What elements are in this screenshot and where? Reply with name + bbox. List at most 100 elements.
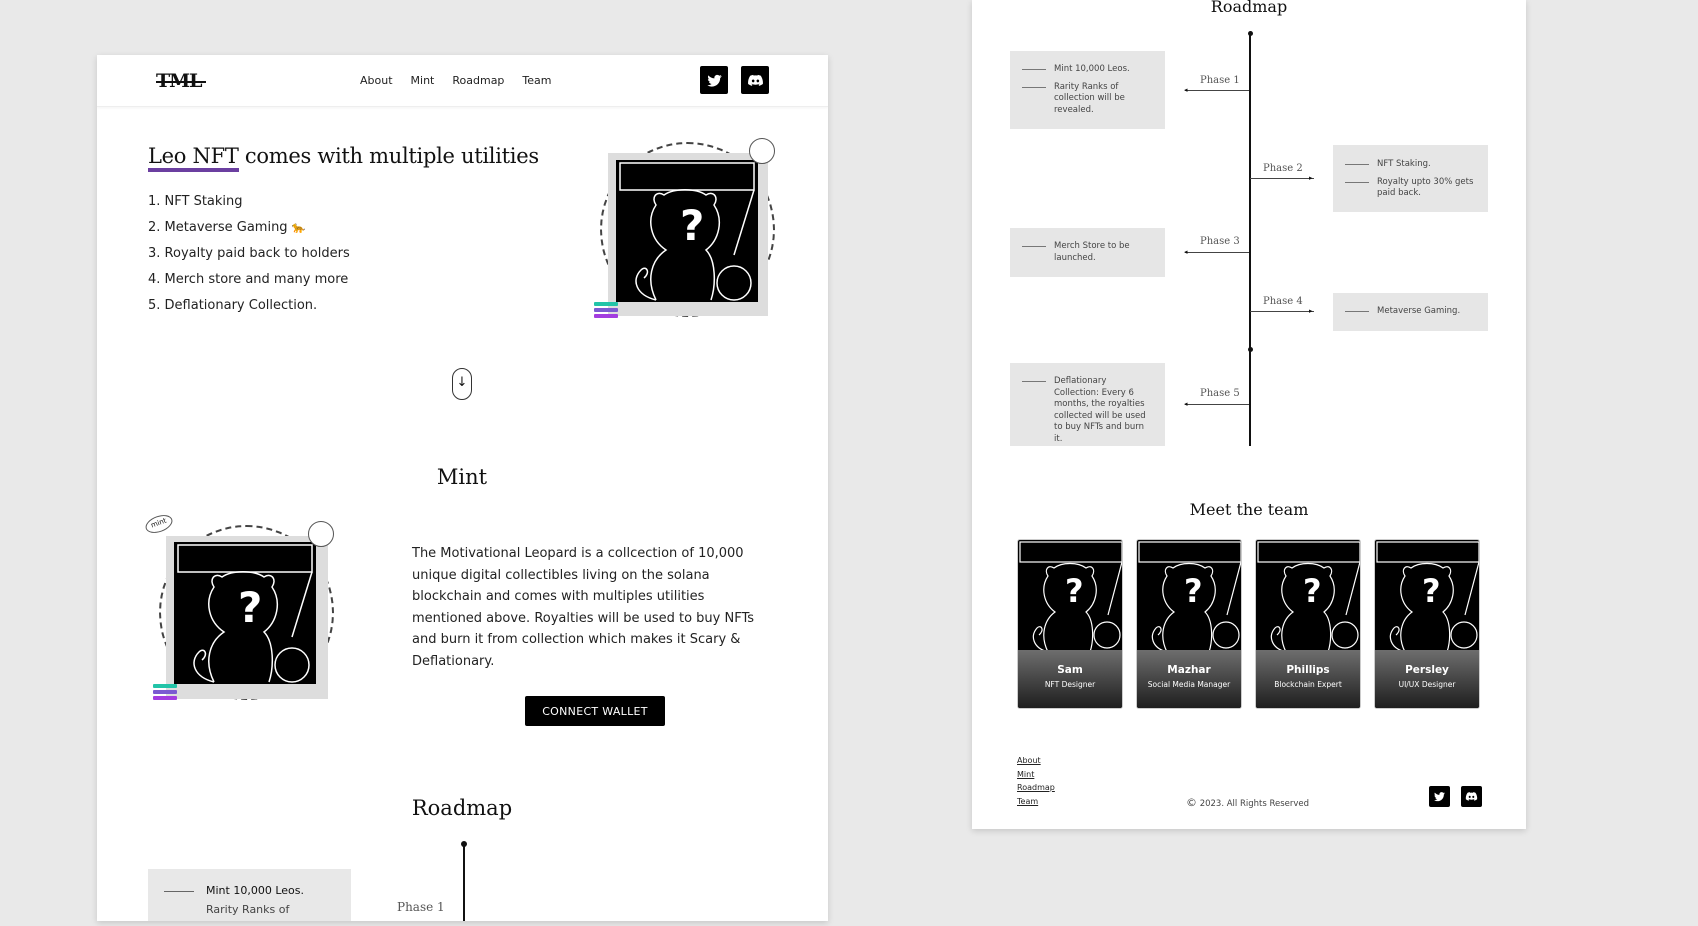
leopard-silhouette-icon: ? — [174, 542, 316, 684]
leopard-emoji-icon: 🐆 — [291, 221, 306, 234]
roadmap-title: Roadmap — [1210, 0, 1288, 16]
discord-icon — [1465, 792, 1478, 801]
roadmap-item: Rarity Ranks of — [206, 903, 290, 916]
roadmap-item: Merch Store to be launched. — [1010, 241, 1165, 264]
nav-roadmap[interactable]: Roadmap — [452, 74, 504, 87]
leopard-silhouette-icon: ? — [616, 160, 758, 302]
member-role: NFT Designer — [1044, 680, 1096, 689]
leopard-silhouette-icon: ? — [1257, 541, 1360, 653]
twitter-icon — [1434, 792, 1445, 802]
seal-icon — [308, 521, 334, 547]
utility-item: 1. NFT Staking — [148, 194, 243, 209]
roadmap-box-phase-2: NFT Staking. Royalty upto 30% gets paid … — [1333, 145, 1488, 212]
main-nav: About Mint Roadmap Team — [360, 74, 552, 87]
hero-nft-image: ? — [594, 138, 780, 320]
roadmap-item: Deflationary Collection: Every 6 months,… — [1010, 376, 1165, 445]
leopard-silhouette-icon: ? — [1376, 541, 1479, 653]
phase-label: Phase 4 — [1263, 296, 1303, 307]
team-card[interactable]: ? Mazhar Social Media Manager — [1136, 539, 1242, 709]
roadmap-section-title: Roadmap — [411, 796, 513, 820]
footer-link-about[interactable]: About — [1017, 754, 1055, 768]
phase-arrow — [1185, 252, 1249, 253]
svg-text:?: ? — [680, 201, 704, 250]
footer-link-mint[interactable]: Mint — [1017, 768, 1055, 782]
footer-discord-button[interactable] — [1461, 786, 1482, 807]
timeline-line — [463, 844, 465, 921]
leopard-silhouette-icon: ? — [1019, 541, 1122, 653]
roadmap-box-phase-1: Mint 10,000 Leos. Rarity Ranks of collec… — [1010, 51, 1165, 129]
roadmap-item: NFT Staking. — [1333, 159, 1488, 171]
footer-links: About Mint Roadmap Team — [1017, 754, 1055, 808]
team-title: Meet the team — [1189, 500, 1309, 519]
nav-about[interactable]: About — [360, 74, 393, 87]
phase-label: Phase 3 — [1200, 236, 1240, 247]
site-header: TML About Mint Roadmap Team — [97, 55, 828, 107]
landing-page-preview: TML About Mint Roadmap Team Leo NFT come… — [97, 55, 828, 921]
phase-label: Phase 1 — [397, 900, 445, 914]
roadmap-box-phase-5: Deflationary Collection: Every 6 months,… — [1010, 363, 1165, 446]
arrow-left-icon: ◂ — [1184, 248, 1188, 256]
svg-text:?: ? — [1422, 572, 1441, 610]
utility-list: 1. NFT Staking 2. Metaverse Gaming 🐆 3. … — [148, 189, 350, 319]
bullet-line — [164, 891, 194, 892]
copyright-text: 2023. All Rights Reserved — [1199, 799, 1310, 809]
svg-text:?: ? — [1303, 572, 1322, 610]
arrow-right-icon: ▸ — [1309, 307, 1313, 315]
mint-description: The Motivational Leopard is a collcectio… — [412, 546, 755, 669]
solana-logo-icon — [594, 302, 618, 320]
copyright-icon: © — [1186, 796, 1197, 809]
timeline-line — [1249, 33, 1251, 446]
member-name: Persley — [1405, 664, 1449, 676]
logo-strike — [156, 81, 206, 83]
roadmap-box-phase-1: Mint 10,000 Leos. Rarity Ranks of — [148, 869, 351, 921]
arrow-right-icon: ▸ — [1309, 174, 1313, 182]
member-name: Phillips — [1286, 664, 1330, 676]
nav-mint[interactable]: Mint — [411, 74, 435, 87]
roadmap-item: Metaverse Gaming. — [1333, 306, 1488, 318]
nav-team[interactable]: Team — [522, 74, 551, 87]
member-role: UI/UX Designer — [1398, 680, 1456, 689]
phase-label: Phase 2 — [1263, 163, 1303, 174]
phase-label: Phase 5 — [1200, 388, 1240, 399]
hero-title: Leo NFT comes with multiple utilities — [148, 144, 539, 172]
svg-text:?: ? — [1065, 572, 1084, 610]
mint-stamp-badge: mint — [143, 511, 175, 537]
utility-item: 3. Royalty paid back to holders — [148, 246, 350, 261]
discord-icon — [747, 74, 763, 86]
phase-arrow — [1250, 311, 1314, 312]
svg-text:?: ? — [238, 583, 262, 632]
roadmap-item: Mint 10,000 Leos. — [1010, 64, 1165, 76]
solana-logo-icon — [153, 684, 177, 702]
scroll-down-indicator[interactable]: ↓ — [452, 368, 472, 400]
leopard-silhouette-icon: ? — [1138, 541, 1241, 653]
roadmap-team-preview: Roadmap Mint 10,000 Leos. Rarity Ranks o… — [972, 0, 1526, 829]
phase-arrow — [1185, 404, 1249, 405]
mint-section-title: Mint — [436, 465, 488, 489]
phase-label: Phase 1 — [1200, 75, 1240, 86]
discord-button[interactable] — [741, 66, 769, 94]
team-card[interactable]: ? Phillips Blockchain Expert — [1255, 539, 1361, 709]
roadmap-item: Rarity Ranks of collection will be revea… — [1010, 82, 1165, 117]
roadmap-item: Royalty upto 30% gets paid back. — [1333, 177, 1488, 200]
connect-wallet-button[interactable]: CONNECT WALLET — [525, 696, 665, 726]
team-card[interactable]: ? Persley UI/UX Designer — [1374, 539, 1480, 709]
hero-title-highlight: Leo NFT — [148, 144, 239, 172]
footer-twitter-button[interactable] — [1429, 786, 1450, 807]
utility-item: 2. Metaverse Gaming 🐆 — [148, 220, 306, 235]
hero-title-rest: comes with multiple utilities — [238, 144, 539, 168]
phase-arrow — [1185, 90, 1249, 91]
twitter-icon — [706, 74, 722, 87]
member-name: Mazhar — [1167, 664, 1211, 676]
svg-text:?: ? — [1184, 572, 1203, 610]
copyright: © 2023. All Rights Reserved — [1186, 796, 1309, 809]
seal-icon — [749, 138, 775, 164]
roadmap-box-phase-4: Metaverse Gaming. — [1333, 293, 1488, 331]
arrow-left-icon: ◂ — [1184, 86, 1188, 94]
twitter-button[interactable] — [700, 66, 728, 94]
footer-link-roadmap[interactable]: Roadmap — [1017, 781, 1055, 795]
footer-link-team[interactable]: Team — [1017, 795, 1055, 809]
team-card[interactable]: ? Sam NFT Designer — [1017, 539, 1123, 709]
roadmap-item: Mint 10,000 Leos. — [206, 884, 304, 897]
roadmap-box-phase-3: Merch Store to be launched. — [1010, 228, 1165, 277]
utility-item: 4. Merch store and many more — [148, 272, 349, 287]
